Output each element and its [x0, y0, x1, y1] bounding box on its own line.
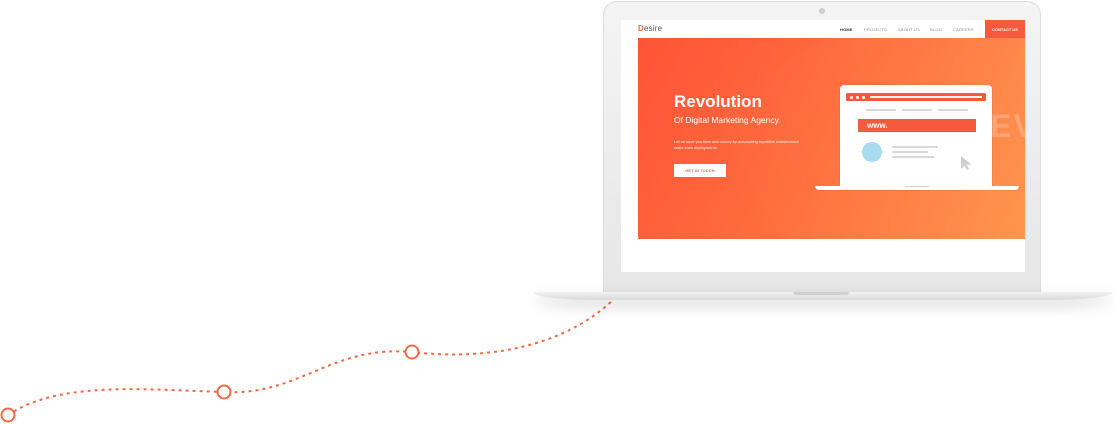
illustration-browser-bar [846, 93, 986, 101]
site-navbar: Desire HOME PROJECTS ABOUT US BLOG CAREE… [621, 20, 1025, 38]
browser-dot-icon [862, 95, 865, 99]
cursor-icon [961, 156, 972, 170]
illustration-avatar [862, 142, 882, 162]
milestone-1 [0, 407, 16, 423]
hero-banner: EV Revolution Of Digital Marketing Agenc… [638, 38, 1025, 239]
camera-icon [819, 8, 825, 14]
hero-background-letters: EV [990, 108, 1025, 144]
illustration-base-notch [905, 186, 929, 187]
dotted-path-line [7, 299, 614, 416]
milestone-2 [216, 384, 232, 400]
laptop-base [533, 292, 1113, 300]
illustration-line [938, 109, 968, 111]
nav-projects[interactable]: PROJECTS [864, 27, 887, 32]
browser-dot-icon [856, 95, 859, 99]
nav-home[interactable]: HOME [840, 27, 853, 32]
illustration-url-bar: www. [858, 119, 976, 132]
laptop-lid: Desire HOME PROJECTS ABOUT US BLOG CAREE… [603, 1, 1041, 293]
browser-dot-icon [850, 95, 853, 99]
illustration-laptop: www. [840, 85, 992, 186]
illustration-line [892, 151, 928, 153]
illustration-line [902, 109, 932, 111]
illustration-laptop-base [815, 186, 1019, 190]
contact-us-button[interactable]: CONTACT US [985, 20, 1025, 38]
laptop-screen: Desire HOME PROJECTS ABOUT US BLOG CAREE… [621, 20, 1025, 272]
nav-careers[interactable]: CAREERS [953, 27, 974, 32]
hero-description: Let us save you time and money by automa… [674, 139, 800, 150]
get-in-touch-button[interactable]: GET IN TOUCH [674, 164, 726, 177]
hero-subtitle: Of Digital Marketing Agency [674, 115, 779, 125]
nav-blog[interactable]: BLOG [930, 27, 942, 32]
illustration-line [892, 146, 938, 148]
illustration-address-line [870, 96, 982, 98]
milestone-3 [404, 344, 420, 360]
illustration-line [892, 156, 934, 158]
laptop-base-notch [793, 292, 849, 295]
illustration-line [866, 109, 896, 111]
hero-title: Revolution [674, 92, 762, 111]
site-logo[interactable]: Desire [638, 24, 662, 33]
nav-about-us[interactable]: ABOUT US [898, 27, 920, 32]
